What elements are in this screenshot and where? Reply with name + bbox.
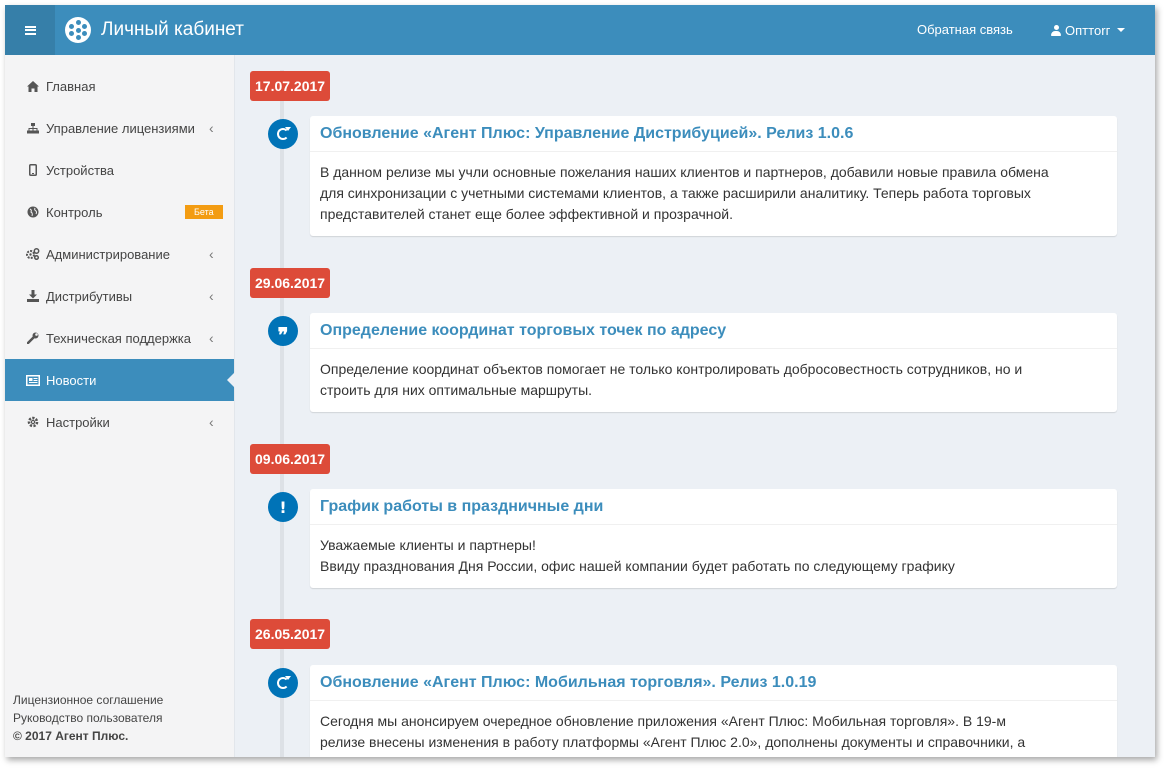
beta-badge: Бета — [185, 205, 223, 219]
sidebar-item-label: Управление лицензиями — [46, 120, 195, 136]
timeline-item: График работы в праздничные дни Уважаемы… — [310, 489, 1117, 588]
download-icon — [26, 289, 40, 303]
news-text-line: представителей станет еще более эффектив… — [320, 206, 733, 222]
chevron-left-icon: ‹ — [209, 330, 214, 346]
timeline-date-label: 09.06.2017 — [250, 444, 331, 474]
gear-icon — [26, 415, 40, 429]
sidebar-item-settings[interactable]: Настройки ‹ — [5, 401, 234, 443]
feedback-link[interactable]: Обратная связь — [917, 5, 1013, 55]
sidebar-item-support[interactable]: Техническая поддержка ‹ — [5, 317, 234, 359]
news-body: В данном релизе мы учли основные пожелан… — [310, 152, 1117, 236]
sidebar-item-news[interactable]: Новости — [5, 359, 235, 401]
sidebar-item-label: Главная — [46, 78, 96, 94]
newspaper-icon — [26, 373, 40, 387]
timeline-item: Обновление «Агент Плюс: Мобильная торгов… — [310, 665, 1117, 757]
timeline-date-label: 29.06.2017 — [250, 268, 331, 298]
timeline-line — [280, 70, 284, 757]
news-text-line: Сегодня мы анонсируем очередное обновлен… — [320, 713, 1006, 729]
news-body: Уважаемые клиенты и партнеры! Ввиду праз… — [310, 525, 1117, 588]
sidebar-item-home[interactable]: Главная — [5, 65, 234, 107]
news-body: Определение координат объектов помогает … — [310, 349, 1117, 412]
sidebar-item-administration[interactable]: Администрирование ‹ — [5, 233, 234, 275]
top-navbar: Личный кабинет Обратная связь Опттorг — [5, 5, 1155, 55]
app-window: Личный кабинет Обратная связь Опттorг Гл… — [5, 5, 1155, 757]
news-text-line: Определение координат объектов помогает … — [320, 361, 1023, 377]
news-text-line: для синхронизации с учетными системами к… — [320, 185, 1031, 201]
user-name: Опттorг — [1065, 22, 1111, 38]
news-title-link[interactable]: Определение координат торговых точек по … — [310, 313, 1117, 349]
news-text-line: Уважаемые клиенты и партнеры! — [320, 537, 536, 553]
quote-icon: ❞ — [268, 316, 298, 346]
timeline-date-label: 26.05.2017 — [250, 619, 331, 649]
globe-icon — [26, 205, 40, 219]
chevron-left-icon: ‹ — [209, 414, 214, 430]
hamburger-icon — [24, 25, 36, 35]
news-text-line: релизе внесены изменения в работу платфо… — [320, 734, 1026, 750]
sidebar-item-label: Дистрибутивы — [46, 288, 133, 304]
news-body: Сегодня мы анонсируем очередное обновлен… — [310, 701, 1117, 757]
sidebar-item-distributions[interactable]: Дистрибутивы ‹ — [5, 275, 234, 317]
sidebar: Главная Управление лицензиями ‹ Устройст… — [5, 55, 235, 757]
sidebar-item-label: Техническая поддержка — [46, 330, 191, 346]
sidebar-item-label: Контроль — [46, 204, 103, 220]
news-title-link[interactable]: График работы в праздничные дни — [310, 489, 1117, 525]
sidebar-item-label: Администрирование — [46, 246, 170, 262]
sidebar-item-label: Новости — [46, 372, 97, 388]
timeline-item: Определение координат торговых точек по … — [310, 313, 1117, 412]
license-agreement-link[interactable]: Лицензионное соглашение — [13, 691, 163, 709]
chevron-left-icon: ‹ — [209, 246, 214, 262]
sidebar-footer: Лицензионное соглашение Руководство поль… — [13, 691, 163, 745]
exclamation-icon: ! — [268, 492, 298, 522]
news-text-line: Ввиду празднования Дня России, офис наше… — [320, 558, 955, 574]
caret-down-icon — [1117, 28, 1126, 32]
logo-icon — [65, 17, 91, 43]
copyright: © 2017 Агент Плюс. — [13, 729, 129, 743]
sidebar-toggle-button[interactable] — [5, 5, 55, 55]
sidebar-item-licenses[interactable]: Управление лицензиями ‹ — [5, 107, 234, 149]
sidebar-item-label: Настройки — [46, 414, 110, 430]
refresh-icon — [268, 668, 298, 698]
chevron-left-icon: ‹ — [209, 288, 214, 304]
sitemap-icon — [26, 121, 40, 135]
timeline-item: Обновление «Агент Плюс: Управление Дистр… — [310, 116, 1117, 236]
user-manual-link[interactable]: Руководство пользователя — [13, 709, 163, 727]
chevron-left-icon: ‹ — [209, 120, 214, 136]
news-timeline: 17.07.2017 Обновление «Агент Плюс: Управ… — [235, 55, 1155, 757]
refresh-icon — [268, 119, 298, 149]
news-title-link[interactable]: Обновление «Агент Плюс: Управление Дистр… — [310, 116, 1117, 152]
brand[interactable]: Личный кабинет — [65, 5, 244, 55]
user-menu[interactable]: Опттorг — [1051, 5, 1126, 55]
sidebar-item-devices[interactable]: Устройства — [5, 149, 234, 191]
user-icon — [1051, 24, 1061, 36]
wrench-icon — [26, 331, 40, 345]
home-icon — [26, 79, 40, 93]
news-text-line: строить для них оптимальные маршруты. — [320, 382, 593, 398]
timeline-date-label: 17.07.2017 — [250, 71, 331, 101]
sidebar-item-label: Устройства — [46, 162, 115, 178]
sidebar-item-control[interactable]: Контроль Бета — [5, 191, 234, 233]
cogs-icon — [26, 247, 40, 261]
news-text-line: В данном релизе мы учли основные пожелан… — [320, 164, 1049, 180]
app-title: Личный кабинет — [101, 19, 244, 40]
mobile-icon — [26, 163, 40, 177]
news-title-link[interactable]: Обновление «Агент Плюс: Мобильная торгов… — [310, 665, 1117, 701]
